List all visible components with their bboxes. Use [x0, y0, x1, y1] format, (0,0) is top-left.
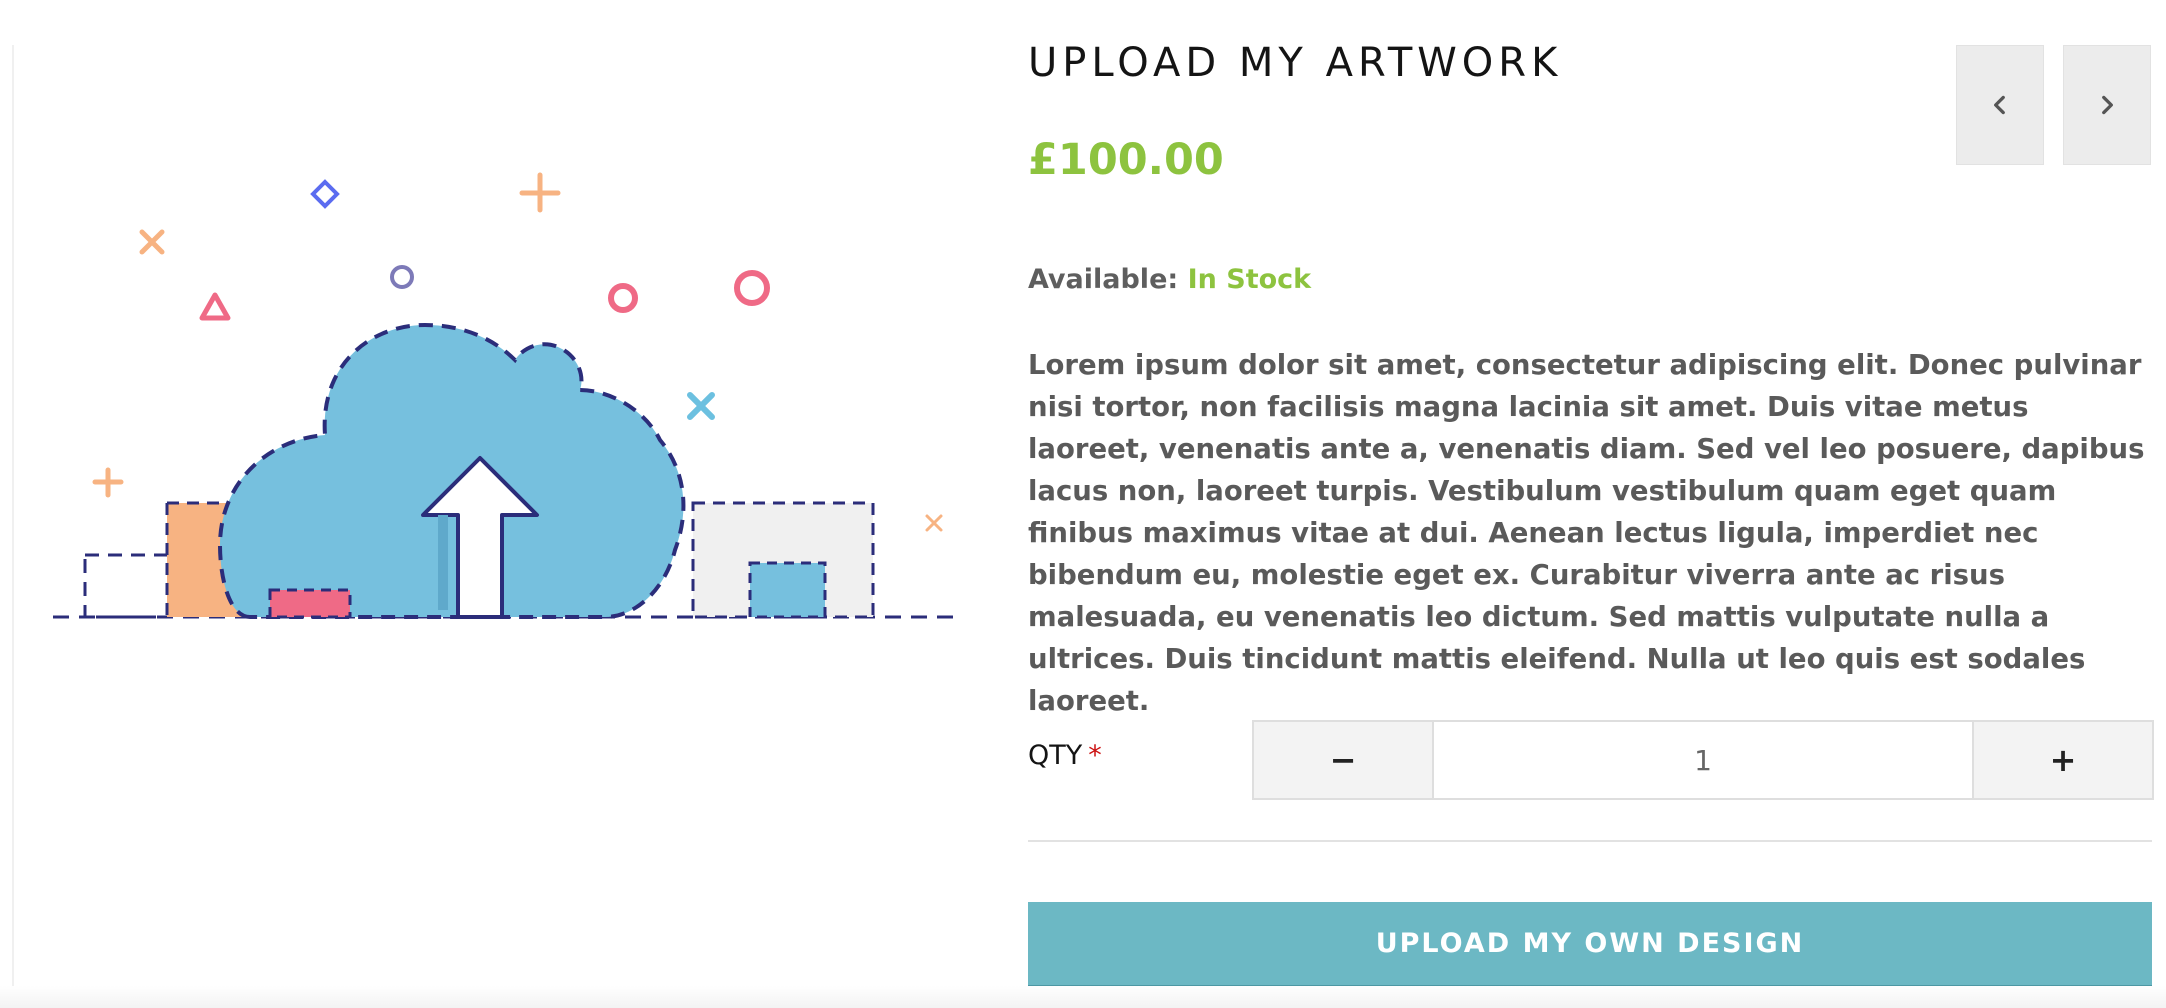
quantity-label: QTY * — [1028, 740, 1102, 771]
chevron-right-icon — [2102, 95, 2113, 115]
upload-design-button[interactable]: UPLOAD MY OWN DESIGN — [1028, 902, 2152, 988]
product-price: £100.00 — [1028, 135, 1224, 185]
previous-product-button[interactable] — [1956, 45, 2044, 165]
product-title: UPLOAD MY ARTWORK — [1028, 40, 1563, 86]
stock-status: In Stock — [1187, 264, 1312, 295]
chevron-left-icon — [1994, 95, 2005, 115]
decrease-quantity-button[interactable]: − — [1254, 722, 1434, 798]
availability-label: Available: — [1028, 264, 1179, 295]
next-product-button[interactable] — [2063, 45, 2151, 165]
quantity-stepper: − + — [1252, 720, 2154, 800]
quantity-input[interactable] — [1434, 722, 1972, 798]
required-marker: * — [1088, 740, 1102, 771]
section-divider — [1028, 840, 2152, 842]
page-bottom-edge — [0, 986, 2166, 1008]
product-details: UPLOAD MY ARTWORK £100.00 Available: In … — [1028, 0, 2154, 1008]
quantity-label-text: QTY — [1028, 740, 1083, 771]
cloud-upload-icon — [53, 172, 960, 619]
cloud-upload-illustration — [45, 150, 975, 640]
product-description: Lorem ipsum dolor sit amet, consectetur … — [1028, 349, 2145, 717]
availability-status: Available: In Stock — [1028, 264, 1311, 295]
left-divider — [12, 45, 14, 990]
increase-quantity-button[interactable]: + — [1972, 722, 2152, 798]
